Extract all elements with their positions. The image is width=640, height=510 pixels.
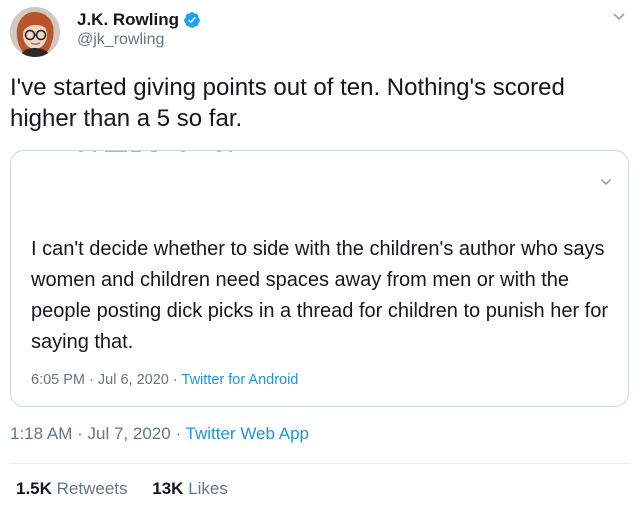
tweet-text: I've started giving points out of ten. N… <box>10 74 565 132</box>
tweet-meta: 1:18 AM · Jul 7, 2020 · Twitter Web App <box>10 424 309 444</box>
quoted-tweet-meta: 6:05 PM · Jul 6, 2020 · Twitter for Andr… <box>31 372 298 388</box>
tweet-stats: 1.5K Retweets 13K Likes <box>16 479 228 499</box>
retweets-label: Retweets <box>56 479 128 498</box>
tweet-date[interactable]: Jul 7, 2020 <box>88 424 171 443</box>
author-avatar[interactable] <box>10 7 60 57</box>
quoted-tweet-card[interactable]: I can't decide whether to side with the … <box>10 150 629 407</box>
quoted-tweet-text: I can't decide whether to side with the … <box>31 238 609 353</box>
tweet-separator: · <box>77 424 83 443</box>
quoted-chevron-down-icon[interactable] <box>600 178 612 186</box>
author-name-row: J.K. Rowling <box>77 9 201 31</box>
retweets-count: 1.5K <box>16 479 52 498</box>
tweet: J.K. Rowling @jk_rowling I've started gi… <box>0 0 640 510</box>
quoted-tweet-separator-2: · <box>172 372 178 388</box>
author-display-name[interactable]: J.K. Rowling <box>77 10 179 30</box>
likes-label: Likes <box>188 479 228 498</box>
tweet-time[interactable]: 1:18 AM <box>10 424 72 443</box>
quoted-tweet-date[interactable]: Jul 6, 2020 <box>98 372 169 388</box>
tweet-source-link[interactable]: Twitter Web App <box>186 424 309 443</box>
quoted-tweet-cropped-header <box>61 151 241 155</box>
divider <box>10 463 630 464</box>
likes-count: 13K <box>152 479 184 498</box>
quoted-tweet-time[interactable]: 6:05 PM <box>31 372 85 388</box>
retweets-stat[interactable]: 1.5K Retweets <box>16 479 132 498</box>
chevron-down-icon[interactable] <box>612 12 626 22</box>
author-handle[interactable]: @jk_rowling <box>77 31 201 49</box>
tweet-separator-2: · <box>175 424 182 443</box>
profile-avatar-image <box>10 7 60 57</box>
author-info: J.K. Rowling @jk_rowling <box>77 9 201 49</box>
quoted-tweet-separator: · <box>89 372 94 388</box>
verified-badge-icon <box>183 11 201 29</box>
likes-stat[interactable]: 13K Likes <box>152 479 228 498</box>
quoted-tweet-source-link[interactable]: Twitter for Android <box>182 372 299 388</box>
